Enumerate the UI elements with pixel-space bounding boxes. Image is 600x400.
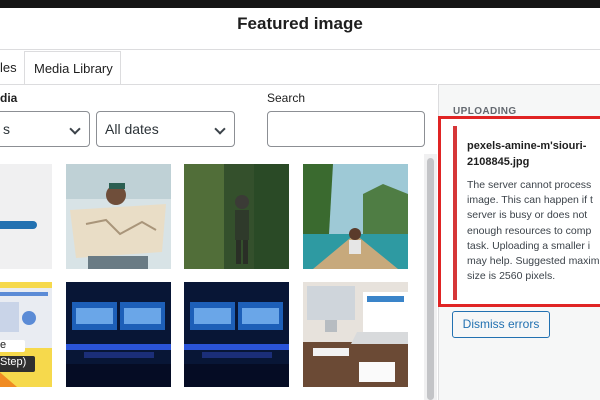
search-label: Search: [267, 91, 306, 105]
error-message: The server cannot process image. This ca…: [467, 178, 600, 284]
media-type-select[interactable]: s: [0, 111, 90, 147]
media-item[interactable]: [303, 282, 408, 387]
blue-lit-monitors-photo-icon: [184, 282, 289, 387]
media-item[interactable]: [303, 164, 408, 269]
chevron-down-icon: [214, 123, 226, 135]
chevron-down-icon: [69, 123, 81, 135]
media-item[interactable]: [66, 164, 171, 269]
error-message-line: The server cannot process: [467, 179, 592, 191]
error-filename: pexels-amine-m'siouri- 2108845.jpg: [467, 140, 587, 168]
date-filter-select[interactable]: All dates: [96, 111, 235, 147]
filter-media-label: dia: [0, 91, 18, 105]
tab-upload-files[interactable]: les: [0, 60, 17, 75]
error-message-line: server is busy or does not: [467, 209, 588, 222]
error-indicator-bar: [453, 126, 457, 300]
tab-media-library[interactable]: Media Library: [24, 51, 121, 85]
woman-on-boat-lagoon-photo-icon: [303, 164, 408, 269]
media-grid: e Step): [0, 154, 437, 400]
grid-scrollbar[interactable]: [427, 158, 434, 400]
progress-placeholder-icon: [0, 164, 52, 269]
error-message-line: enough resources to comp: [467, 224, 592, 237]
media-item[interactable]: [66, 282, 171, 387]
modal-title: Featured image: [237, 14, 363, 33]
tutorial-text-2: Step): [0, 356, 27, 368]
error-message-line: task. Uploading a smaller i: [467, 239, 591, 252]
woman-reading-map-photo-icon: [66, 164, 171, 269]
header-divider: [0, 49, 600, 50]
hiker-in-jungle-photo-icon: [184, 164, 289, 269]
dismiss-errors-button[interactable]: Dismiss errors: [452, 311, 550, 338]
error-message-line: image. This can happen if t: [467, 194, 593, 207]
window-top-bar: [0, 0, 600, 8]
imac-laptop-desk-photo-icon: [303, 282, 408, 387]
tab-media-library-label: Media Library: [34, 61, 113, 76]
media-type-select-value: s: [3, 121, 10, 137]
error-message-line: may help. Suggested maxim: [467, 255, 600, 268]
tutorial-text-1: e: [0, 339, 7, 351]
tabs-divider: [0, 84, 437, 85]
media-item-tutorial[interactable]: e Step): [0, 282, 52, 387]
media-item[interactable]: [184, 282, 289, 387]
tutorial-step-graphic-icon: [0, 282, 52, 387]
media-item-uploading[interactable]: [0, 164, 52, 269]
media-item[interactable]: [184, 164, 289, 269]
date-filter-select-value: All dates: [105, 121, 159, 137]
error-message-line: size is 2560 pixels.: [467, 270, 556, 283]
blue-lit-monitors-photo-icon: [66, 282, 171, 387]
search-input[interactable]: [267, 111, 425, 147]
